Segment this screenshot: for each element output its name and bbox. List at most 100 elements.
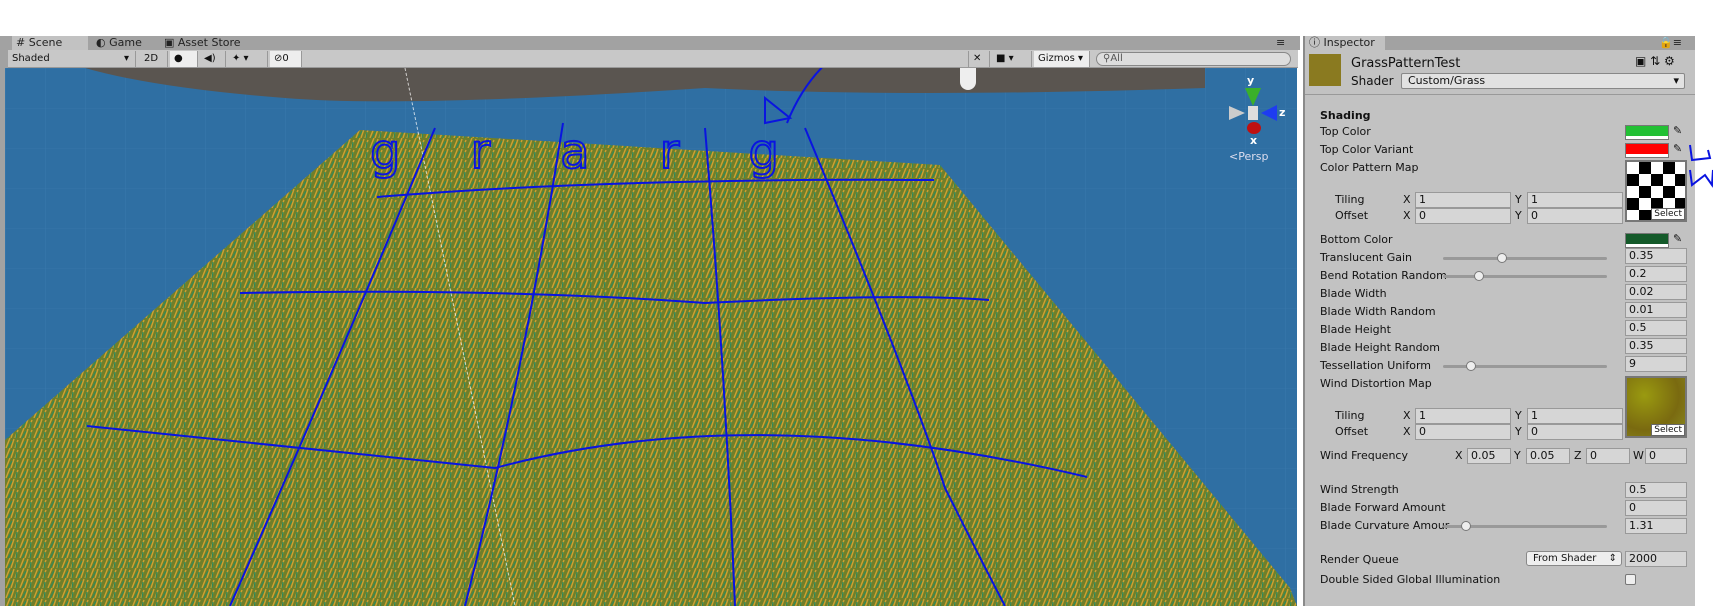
axis-x-label: X — [1403, 209, 1411, 222]
blade-forward-amount-input[interactable]: 0 — [1625, 500, 1687, 516]
translucent-gain-input[interactable]: 0.35 — [1625, 248, 1687, 264]
top-color-swatch[interactable] — [1625, 125, 1669, 140]
wind-frequency-x-input[interactable]: 0.05 — [1467, 448, 1511, 464]
double-sided-gi-label: Double Sided Global Illumination — [1320, 573, 1501, 586]
grid-icon: # — [16, 36, 26, 49]
lock-icon[interactable]: 🔒≡ — [1655, 36, 1682, 50]
blade-width-random-input[interactable]: 0.01 — [1625, 302, 1687, 318]
bend-rotation-random-input[interactable]: 0.2 — [1625, 266, 1687, 282]
tiling-y-input[interactable]: 1 — [1527, 192, 1623, 208]
slider-knob[interactable] — [1461, 521, 1472, 531]
render-queue-dropdown[interactable]: From Shader ⇕ — [1526, 551, 1622, 566]
pacman-icon: ◐ — [96, 36, 106, 49]
eyedropper-icon[interactable]: ✎ — [1673, 124, 1682, 137]
shader-value: Custom/Grass — [1408, 74, 1486, 87]
audio-toggle-icon[interactable]: ◀) — [200, 51, 226, 67]
wind-frequency-w-input[interactable]: 0 — [1645, 448, 1687, 464]
material-name: GrassPatternTest — [1351, 56, 1461, 71]
wind-distortion-texture-slot[interactable]: Select — [1625, 376, 1687, 438]
blade-height-input[interactable]: 0.5 — [1625, 320, 1687, 336]
bottom-color-swatch[interactable] — [1625, 233, 1669, 248]
tiling-y-input[interactable]: 1 — [1527, 408, 1623, 424]
top-color-variant-label: Top Color Variant — [1320, 143, 1414, 156]
translucent-gain-slider[interactable] — [1443, 253, 1607, 263]
blade-forward-amount-label: Blade Forward Amount — [1320, 501, 1446, 514]
camera-dropdown-icon[interactable]: ■ ▾ — [992, 51, 1032, 67]
tab-asset-store[interactable]: ▣ Asset Store — [160, 36, 260, 50]
inspector-panel: ⓘ Inspector 🔒≡ GrassPatternTest ▣ ⇅ ⚙ Sh… — [1303, 36, 1695, 606]
tab-game[interactable]: ◐ Game — [92, 36, 154, 50]
divider — [1305, 94, 1695, 95]
offset-x-input[interactable]: 0 — [1415, 208, 1511, 224]
tab-inspector[interactable]: ⓘ Inspector — [1305, 36, 1385, 50]
axis-x-label: X — [1455, 449, 1463, 462]
gizmo-center-cube[interactable] — [1248, 106, 1258, 120]
offset-y-input[interactable]: 0 — [1527, 424, 1623, 440]
lighting-toggle-icon[interactable]: ● — [170, 51, 198, 67]
tab-label: Game — [109, 36, 142, 49]
blade-height-random-label: Blade Height Random — [1320, 341, 1440, 354]
material-preview-thumbnail — [1309, 54, 1341, 86]
tab-label: Scene — [28, 36, 63, 49]
tiling-x-input[interactable]: 1 — [1415, 408, 1511, 424]
neg-x-axis-cone-icon[interactable] — [1229, 106, 1245, 120]
annotation-scribble — [1689, 144, 1713, 188]
slider-knob[interactable] — [1473, 271, 1484, 281]
double-sided-gi-checkbox[interactable] — [1625, 574, 1636, 585]
y-axis-cone-icon[interactable] — [1245, 88, 1261, 106]
hidden-objects-toggle[interactable]: ⊘0 — [270, 51, 302, 67]
scene-view[interactable]: grarg y z x <Persp — [5, 68, 1297, 606]
select-texture-button[interactable]: Select — [1651, 424, 1685, 436]
wind-frequency-z-input[interactable]: 0 — [1586, 448, 1630, 464]
blade-width-input[interactable]: 0.02 — [1625, 284, 1687, 300]
wind-frequency-y-input[interactable]: 0.05 — [1526, 448, 1570, 464]
top-color-label: Top Color — [1320, 125, 1371, 138]
blade-curvature-amount-label: Blade Curvature Amour — [1320, 519, 1450, 532]
dropdown-arrow-icon: ▾ — [1673, 74, 1679, 87]
bag-icon: ▣ — [164, 36, 175, 49]
slider-knob[interactable] — [1496, 253, 1507, 263]
tessellation-uniform-input[interactable]: 9 — [1625, 356, 1687, 372]
offset-label: Offset — [1335, 209, 1369, 222]
dropdown-arrow-icon: ⇕ — [1608, 553, 1617, 564]
scene-render: grarg — [5, 68, 1297, 606]
bend-rotation-random-slider[interactable] — [1443, 271, 1607, 281]
tab-scene[interactable]: # Scene — [12, 36, 88, 50]
axis-y-label: Y — [1515, 209, 1522, 222]
x-axis-cone-icon[interactable] — [1247, 122, 1261, 134]
blade-height-random-input[interactable]: 0.35 — [1625, 338, 1687, 354]
axis-y-label: Y — [1514, 449, 1521, 462]
tools-icon[interactable]: ✕ — [968, 51, 990, 67]
offset-x-input[interactable]: 0 — [1415, 424, 1511, 440]
slider-knob[interactable] — [1466, 361, 1477, 371]
blade-curvature-amount-input[interactable]: 1.31 — [1625, 518, 1687, 534]
wind-distortion-map-label: Wind Distortion Map — [1320, 377, 1432, 390]
projection-label[interactable]: <Persp — [1229, 150, 1268, 163]
panel-menu-icon[interactable]: ≡ — [1272, 36, 1285, 50]
wind-strength-input[interactable]: 0.5 — [1625, 482, 1687, 498]
tiling-label: Tiling — [1335, 409, 1365, 422]
dropdown-arrow-icon: ▾ — [123, 53, 129, 64]
projection-text: Persp — [1238, 150, 1269, 163]
blade-curvature-amount-slider[interactable] — [1443, 521, 1607, 531]
eyedropper-icon[interactable]: ✎ — [1673, 232, 1682, 245]
wind-strength-label: Wind Strength — [1320, 483, 1399, 496]
tessellation-uniform-slider[interactable] — [1443, 361, 1607, 371]
gizmos-dropdown[interactable]: Gizmos ▾ — [1034, 51, 1090, 67]
shading-mode-dropdown[interactable]: Shaded ▾ — [8, 51, 136, 67]
render-queue-input[interactable]: 2000 — [1625, 551, 1687, 567]
z-axis-cone-icon[interactable] — [1261, 105, 1277, 121]
help-settings-icons[interactable]: ▣ ⇅ ⚙ — [1635, 54, 1675, 68]
scene-search-input[interactable]: ⚲All — [1096, 52, 1291, 66]
effects-dropdown-icon[interactable]: ✦ ▾ — [228, 51, 268, 67]
gizmo-y-label: y — [1247, 74, 1255, 87]
offset-y-input[interactable]: 0 — [1527, 208, 1623, 224]
hidden-count: 0 — [282, 53, 289, 64]
tiling-x-input[interactable]: 1 — [1415, 192, 1511, 208]
select-texture-button[interactable]: Select — [1651, 208, 1685, 220]
shader-dropdown[interactable]: Custom/Grass ▾ — [1401, 73, 1685, 89]
orientation-gizmo[interactable]: y z x <Persp — [1225, 74, 1285, 164]
render-queue-mode: From Shader — [1533, 553, 1597, 564]
scene-toolbar: Shaded ▾ 2D ● ◀) ✦ ▾ ⊘0 ✕ ■ ▾ Gizmos ▾ ⚲A… — [8, 50, 1298, 68]
2d-toggle[interactable]: 2D — [140, 51, 168, 67]
